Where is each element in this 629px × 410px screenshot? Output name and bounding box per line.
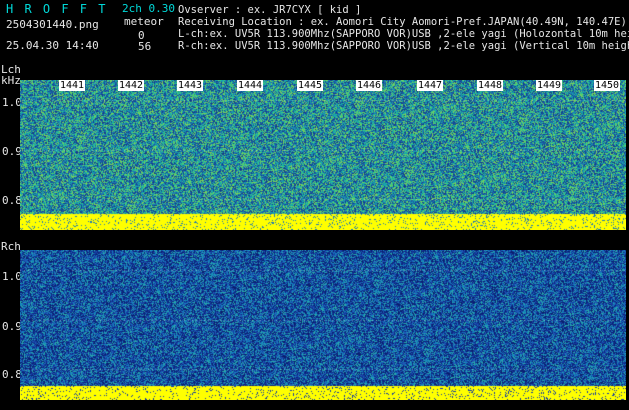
rch-info-line: R-ch:ex. UV5R 113.900Mhz(SAPPORO VOR)USB…: [178, 40, 629, 52]
time-label: 1447: [417, 80, 444, 91]
time-label: 1446: [356, 80, 383, 91]
lch-ytick: 1.0: [2, 96, 22, 109]
time-label: 1448: [477, 80, 504, 91]
lch-unit: kHz: [1, 74, 21, 87]
meteor-label: meteor: [124, 15, 164, 28]
lch-spectrogram-canvas: [20, 80, 626, 230]
time-label: 1443: [177, 80, 204, 91]
lch-spectrogram: [20, 80, 626, 230]
rch-spectrogram-canvas: [20, 250, 626, 400]
lch-ytick: 0.9: [2, 145, 22, 158]
observer-line: Ovserver : ex. JR7CYX [ kid ]: [178, 4, 362, 16]
time-label: 1449: [536, 80, 563, 91]
time-label: 1445: [297, 80, 324, 91]
lch-ytick: 0.8: [2, 194, 22, 207]
meteor-count-r: 56: [138, 40, 152, 53]
time-label: 1444: [237, 80, 264, 91]
filename-label: 2504301440.png: [6, 18, 99, 31]
rch-ytick: 1.0: [2, 270, 22, 283]
lch-info-line: L-ch:ex. UV5R 113.900Mhz(SAPPORO VOR)USB…: [178, 28, 629, 40]
rch-spectrogram: [20, 250, 626, 400]
datetime-label: 25.04.30 14:40: [6, 39, 99, 52]
version-label: 2ch 0.30: [122, 2, 175, 15]
rch-label: Rch: [1, 240, 21, 253]
app-title: H R O F F T: [6, 2, 108, 16]
location-line: Receiving Location : ex. Aomori City Aom…: [178, 16, 627, 28]
time-label: 1450: [594, 80, 621, 91]
rch-ytick: 0.8: [2, 368, 22, 381]
time-label: 1442: [118, 80, 145, 91]
time-label: 1441: [59, 80, 86, 91]
station-info: Ovserver : ex. JR7CYX [ kid ] Receiving …: [178, 4, 629, 52]
rch-ytick: 0.9: [2, 320, 22, 333]
